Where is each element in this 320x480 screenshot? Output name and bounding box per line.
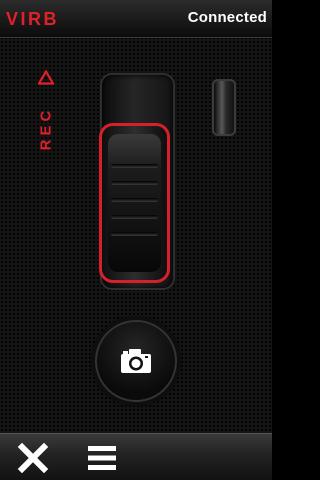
- virb-remote-screen: VIRB Connected REC: [0, 0, 272, 480]
- record-triangle-icon: [38, 70, 54, 85]
- take-photo-button[interactable]: [95, 320, 177, 402]
- recording-status-light: [212, 79, 236, 136]
- hamburger-menu-icon[interactable]: [86, 440, 118, 476]
- record-slider-handle[interactable]: [99, 123, 170, 283]
- grip-ridge: [111, 181, 158, 185]
- camera-icon: [121, 349, 151, 373]
- close-icon[interactable]: [15, 440, 51, 476]
- grip-ridge: [111, 215, 158, 219]
- slider-grip: [108, 134, 161, 272]
- connection-status: Connected: [187, 9, 267, 26]
- grip-ridge: [111, 198, 158, 202]
- rec-indicator: REC: [34, 70, 58, 152]
- top-bar: VIRB Connected: [0, 0, 272, 38]
- rec-label: REC: [37, 106, 55, 151]
- grip-ridge: [111, 164, 158, 168]
- brand-logo: VIRB: [6, 9, 60, 29]
- grip-ridge: [111, 232, 158, 236]
